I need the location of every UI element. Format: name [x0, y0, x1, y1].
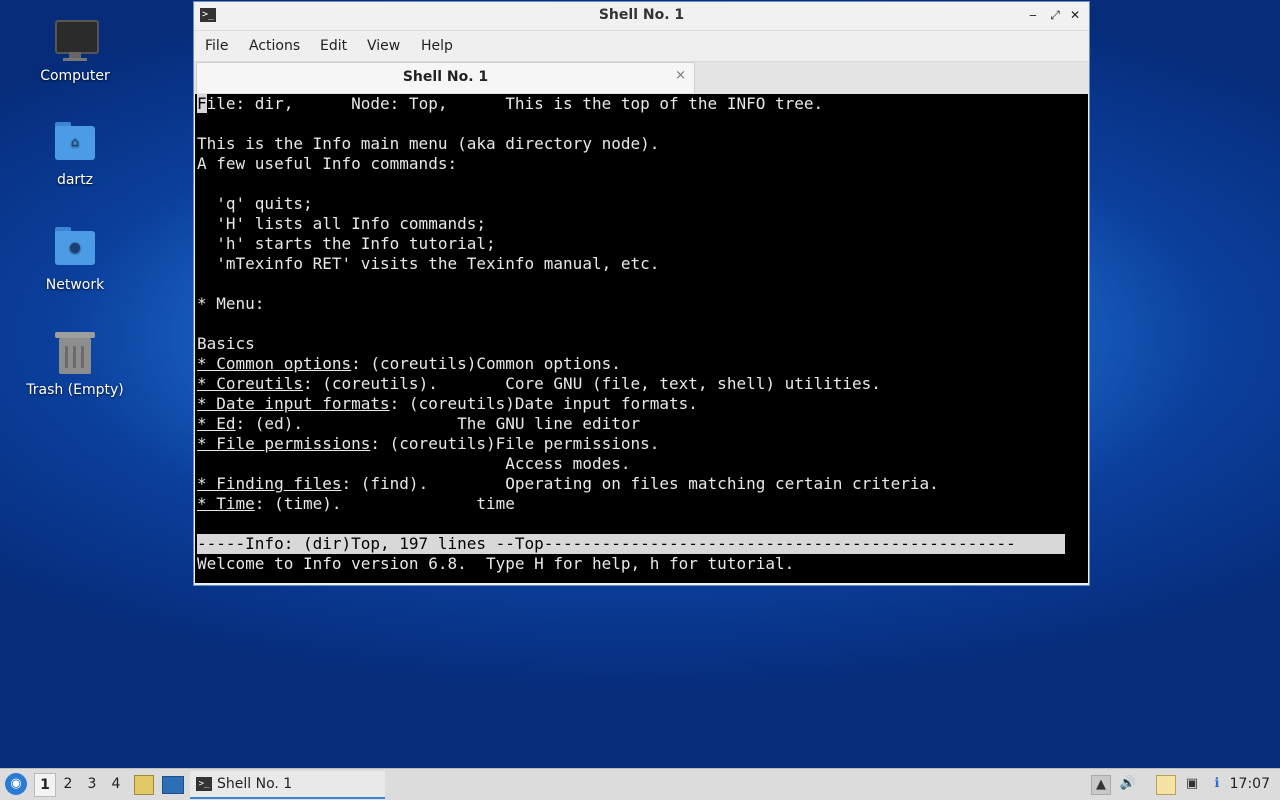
terminal-line: This is the Info main menu (aka director… — [197, 134, 660, 153]
close-button[interactable]: ✕ — [1067, 7, 1083, 23]
tray-eject-icon[interactable]: ▲ — [1091, 775, 1111, 795]
computer-icon — [51, 16, 99, 64]
info-menu-link[interactable]: * File permissions — [197, 434, 370, 453]
menu-entry-desc: : (coreutils)Common options. — [351, 354, 621, 373]
workspace-1[interactable]: 1 — [34, 773, 56, 797]
tab-bar: Shell No. 1 × — [194, 62, 1089, 94]
menu-entry-desc: Access modes. — [197, 454, 631, 473]
menu-entry-line: * Finding files: (find). Operating on fi… — [197, 474, 939, 494]
terminal-line: 'h' starts the Info tutorial; — [197, 234, 496, 253]
info-mode-line: -----Info: (dir)Top, 197 lines --Top----… — [197, 534, 1065, 554]
terminal-line: 'mTexinfo RET' visits the Texinfo manual… — [197, 254, 660, 273]
show-desktop-icon[interactable] — [162, 776, 184, 794]
clipboard-icon[interactable] — [1156, 775, 1176, 795]
desktop-icon-computer[interactable]: Computer — [20, 16, 130, 84]
menu-entry-desc: : (time). time — [254, 494, 515, 513]
terminal-line: * Menu: — [197, 294, 265, 313]
menubar: File Actions Edit View Help — [194, 31, 1089, 62]
desktop-icon-label: Computer — [40, 68, 110, 84]
menu-entry-line: * Time: (time). time — [197, 494, 515, 514]
volume-icon[interactable]: 🔊 — [1119, 775, 1137, 793]
terminal-line: A few useful Info commands: — [197, 154, 458, 173]
terminal-output[interactable]: File: dir, Node: Top, This is the top of… — [195, 94, 1088, 583]
task-button-shell[interactable]: >_ Shell No. 1 — [190, 771, 385, 799]
workspace-3[interactable]: 3 — [82, 773, 102, 795]
desktop-icon-trash[interactable]: Trash (Empty) — [20, 330, 130, 398]
tab-shell-1[interactable]: Shell No. 1 × — [196, 62, 695, 93]
update-notifier-icon[interactable]: ℹ — [1208, 775, 1226, 793]
menu-entry-line: * Coreutils: (coreutils). Core GNU (file… — [197, 374, 881, 394]
menu-entry-desc: : (ed). The GNU line editor — [235, 414, 641, 433]
window-title: Shell No. 1 — [598, 7, 685, 23]
terminal-line: 'H' lists all Info commands; — [197, 214, 486, 233]
info-menu-link[interactable]: * Common options — [197, 354, 351, 373]
info-echo-area: Welcome to Info version 6.8. Type H for … — [197, 554, 795, 573]
menu-entry-desc: : (find). Operating on files matching ce… — [341, 474, 939, 493]
info-menu-link[interactable]: * Ed — [197, 414, 236, 433]
minimize-button[interactable]: ‒ — [1025, 7, 1041, 23]
window-titlebar[interactable]: >_ Shell No. 1 ‒ ⤢ ✕ — [194, 2, 1089, 31]
home-folder-icon: ⌂ — [51, 120, 99, 168]
info-menu-link[interactable]: * Date input formats — [197, 394, 390, 413]
clock[interactable]: 17:07 — [1230, 776, 1270, 792]
info-header-line: File: dir, Node: Top, This is the top of… — [197, 94, 823, 114]
terminal-line: 'q' quits; — [197, 194, 313, 213]
menu-actions[interactable]: Actions — [249, 38, 300, 54]
menu-help[interactable]: Help — [421, 38, 453, 54]
taskbar: ◉ 1 2 3 4 >_ Shell No. 1 ▲ 🔊 ▣ ℹ 17:07 — [0, 768, 1280, 800]
info-menu-link[interactable]: * Time — [197, 494, 255, 513]
trash-icon — [51, 330, 99, 378]
info-menu-link[interactable]: * Coreutils — [197, 374, 303, 393]
network-icon[interactable]: ▣ — [1183, 775, 1201, 793]
menu-entry-line: * Date input formats: (coreutils)Date in… — [197, 394, 698, 414]
desktop-icon-network[interactable]: ● Network — [20, 225, 130, 293]
workspace-4[interactable]: 4 — [106, 773, 126, 795]
header-text: ile: dir, Node: Top, This is the top of … — [206, 94, 824, 113]
terminal-line: Basics — [197, 334, 255, 353]
terminal-icon: >_ — [196, 777, 212, 791]
network-folder-icon: ● — [51, 225, 99, 273]
desktop-icon-home-folder[interactable]: ⌂ dartz — [20, 120, 130, 188]
menu-entry-desc: : (coreutils)Date input formats. — [389, 394, 698, 413]
tab-close-icon[interactable]: × — [675, 68, 686, 83]
text-cursor: F — [197, 94, 207, 113]
menu-entry-desc: : (coreutils)File permissions. — [370, 434, 660, 453]
desktop-icon-label: dartz — [56, 172, 94, 188]
start-menu-icon[interactable]: ◉ — [5, 773, 27, 795]
maximize-button[interactable]: ⤢ — [1047, 7, 1063, 23]
desktop-icon-label: Trash (Empty) — [26, 382, 124, 398]
menu-edit[interactable]: Edit — [320, 38, 347, 54]
menu-view[interactable]: View — [367, 38, 400, 54]
file-manager-icon[interactable] — [134, 775, 154, 795]
workspace-2[interactable]: 2 — [58, 773, 78, 795]
tab-label: Shell No. 1 — [402, 69, 489, 85]
desktop-icon-label: Network — [45, 277, 105, 293]
menu-entry-desc: : (coreutils). Core GNU (file, text, she… — [302, 374, 881, 393]
menu-entry-line: * File permissions: (coreutils)File perm… — [197, 434, 659, 454]
task-label: Shell No. 1 — [217, 776, 293, 792]
menu-entry-line: * Common options: (coreutils)Common opti… — [197, 354, 621, 374]
menu-entry-line: * Ed: (ed). The GNU line editor — [197, 414, 640, 434]
menu-entry-line: Access modes. — [197, 454, 630, 474]
menu-file[interactable]: File — [205, 38, 228, 54]
info-menu-link[interactable]: * Finding files — [197, 474, 342, 493]
terminal-window: >_ Shell No. 1 ‒ ⤢ ✕ File Actions Edit V… — [193, 1, 1090, 586]
